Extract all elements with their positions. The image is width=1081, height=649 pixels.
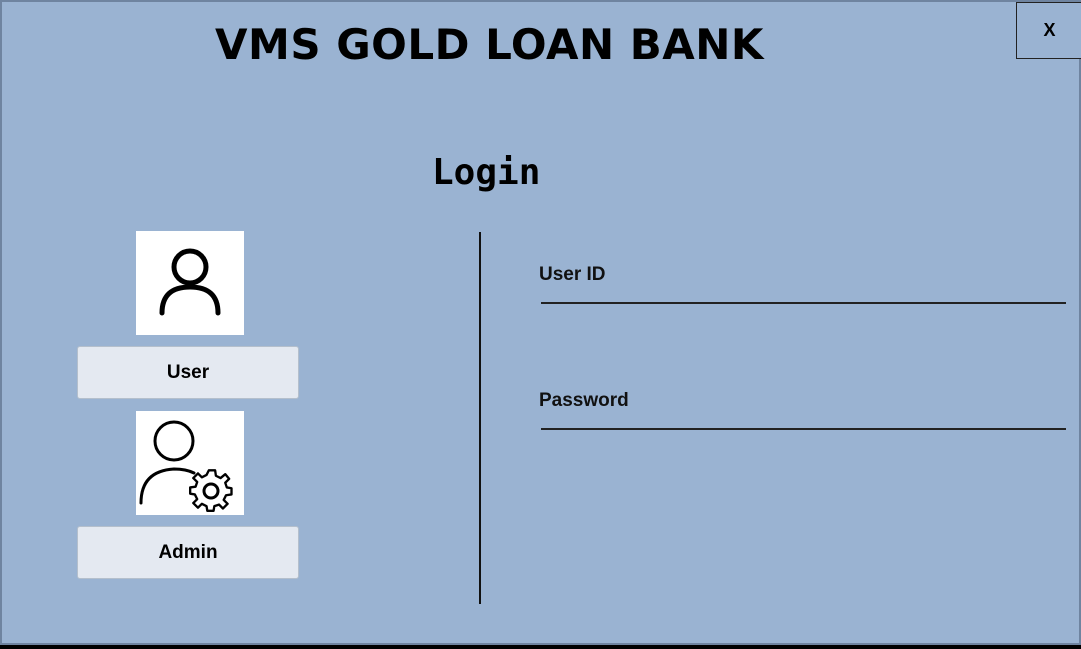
login-heading: Login [432, 152, 541, 193]
user-settings-icon [136, 411, 244, 515]
user-role-button[interactable]: User [77, 346, 299, 399]
login-window: VMS GOLD LOAN BANK X Login User Admin Us… [0, 0, 1081, 645]
user-icon [136, 231, 244, 335]
vertical-divider [479, 232, 481, 604]
close-button[interactable]: X [1016, 2, 1081, 59]
password-input[interactable] [541, 406, 1066, 430]
app-title: VMS GOLD LOAN BANK [215, 20, 764, 69]
user-id-input[interactable] [541, 280, 1066, 304]
admin-role-button[interactable]: Admin [77, 526, 299, 579]
